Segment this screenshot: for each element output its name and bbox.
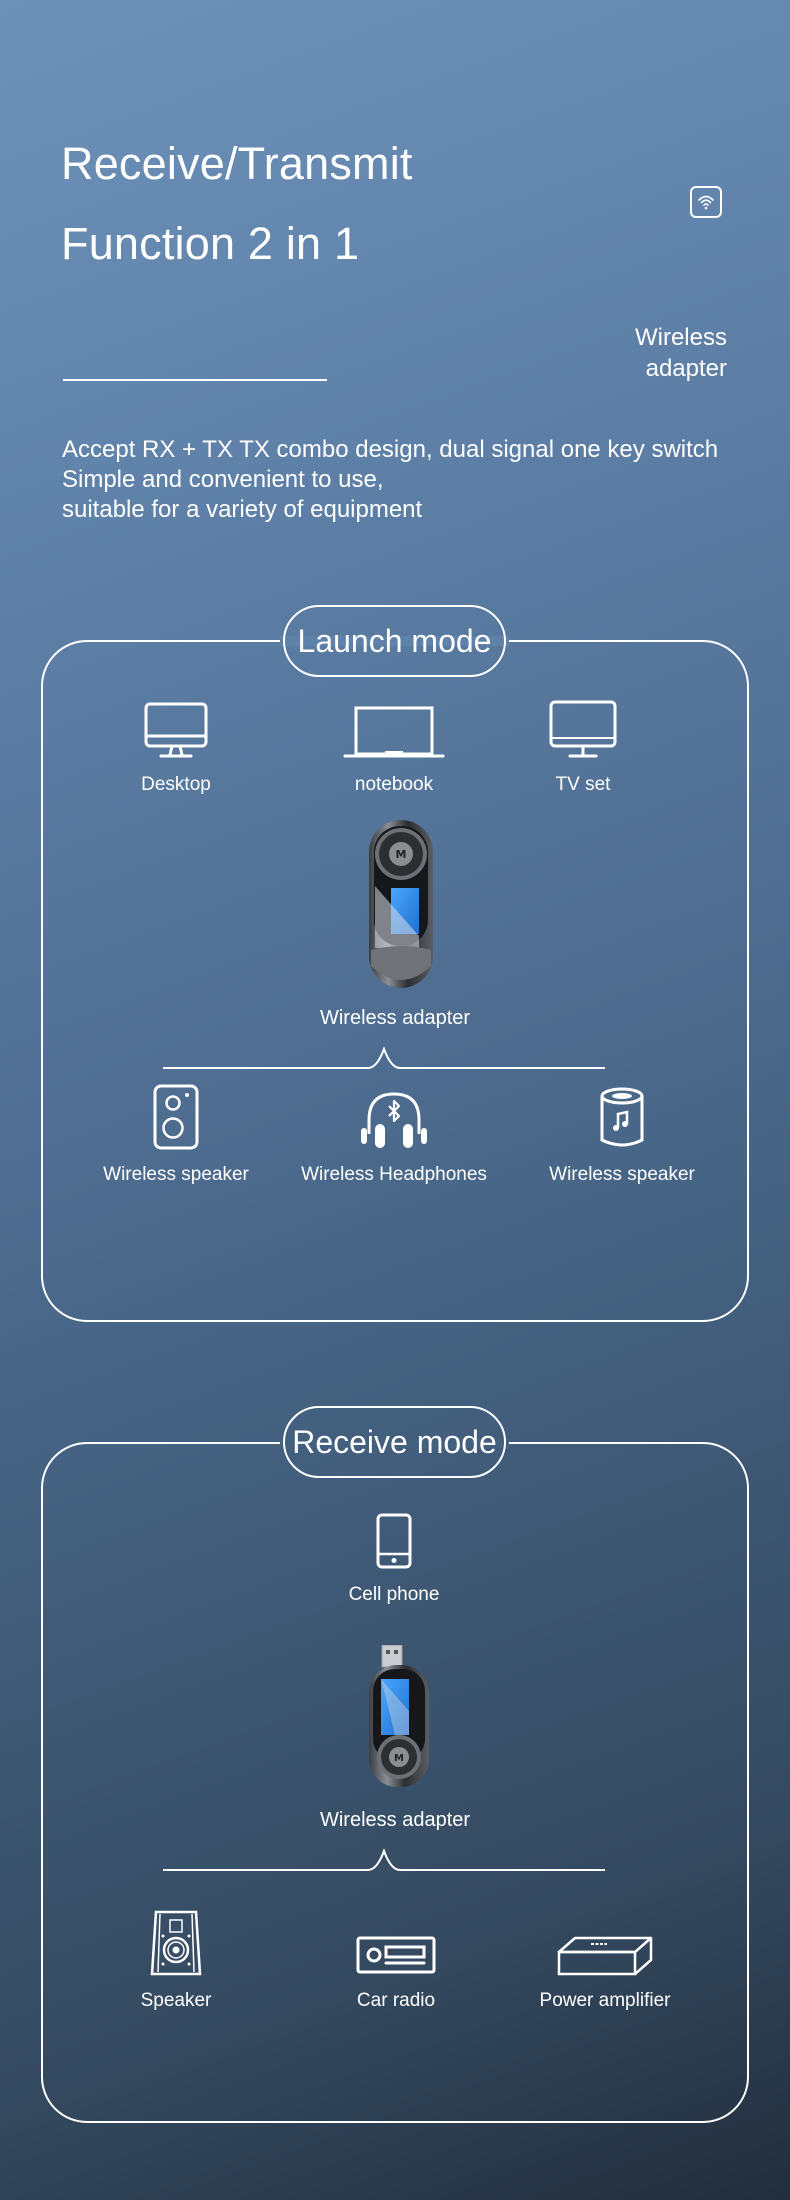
source-cell-phone: Cell phone (294, 1500, 494, 1606)
wifi-icon (698, 195, 714, 210)
target-power-amplifier: Power amplifier (505, 1906, 705, 2012)
target-car-radio: Car radio (296, 1906, 496, 2012)
product-type-line-2: adapter (645, 355, 727, 382)
wireless-adapter-device-image: M (369, 820, 433, 988)
adapter-label: Wireless adapter (319, 1809, 471, 1831)
power-amplifier-icon (557, 1936, 653, 1976)
source-label: TV set (555, 774, 611, 795)
page-title-line-2: Function 2 in 1 (61, 218, 360, 269)
laptop-icon (343, 706, 445, 758)
source-label: Cell phone (348, 1584, 440, 1605)
speaker-cabinet-icon (153, 1084, 199, 1150)
target-label: Wireless speaker (103, 1164, 249, 1185)
tv-icon (549, 700, 617, 758)
product-type-line-1: Wireless (634, 324, 727, 351)
source-label: notebook (354, 774, 434, 795)
cell-phone-icon (376, 1513, 412, 1569)
target-speaker: Speaker (76, 1906, 276, 2012)
product-type-label: Wireless adapter (635, 322, 727, 384)
target-wireless-speaker-1: Wireless speaker (76, 1080, 276, 1186)
launch-mode-title: Launch mode (283, 605, 506, 677)
target-label: Power amplifier (539, 1990, 671, 2011)
brace-connector (163, 1046, 605, 1069)
description-line: suitable for a variety of equipment (62, 496, 423, 523)
target-label: Wireless Headphones (301, 1164, 487, 1185)
target-wireless-headphones: Wireless Headphones (294, 1080, 494, 1186)
adapter-label: Wireless adapter (319, 1007, 471, 1029)
target-label: Speaker (140, 1990, 212, 2011)
cylinder-speaker-icon (600, 1087, 644, 1147)
car-radio-icon (356, 1936, 436, 1974)
brace-connector (163, 1848, 605, 1871)
source-notebook: notebook (294, 690, 494, 796)
wifi-badge (690, 186, 722, 218)
wireless-adapter-device-image: M (369, 1645, 429, 1787)
source-desktop: Desktop (76, 690, 276, 796)
description-line: Accept RX + TX TX combo design, dual sig… (62, 436, 719, 463)
svg-text:M: M (396, 848, 407, 861)
svg-text:M: M (394, 1753, 404, 1764)
receive-mode-title: Receive mode (283, 1406, 506, 1478)
bookshelf-speaker-icon (150, 1910, 202, 1976)
page-title-line-1: Receive/Transmit (61, 138, 413, 189)
source-label: Desktop (141, 774, 211, 795)
desktop-monitor-icon (144, 702, 208, 758)
target-wireless-speaker-2: Wireless speaker (522, 1080, 722, 1186)
description: Accept RX + TX TX combo design, dual sig… (62, 435, 718, 525)
target-label: Car radio (356, 1990, 436, 2011)
description-line: Simple and convenient to use, (62, 466, 384, 493)
target-label: Wireless speaker (549, 1164, 695, 1185)
title-divider (63, 379, 327, 381)
bluetooth-headphones-icon (361, 1092, 427, 1148)
source-tv: TV set (483, 690, 683, 796)
